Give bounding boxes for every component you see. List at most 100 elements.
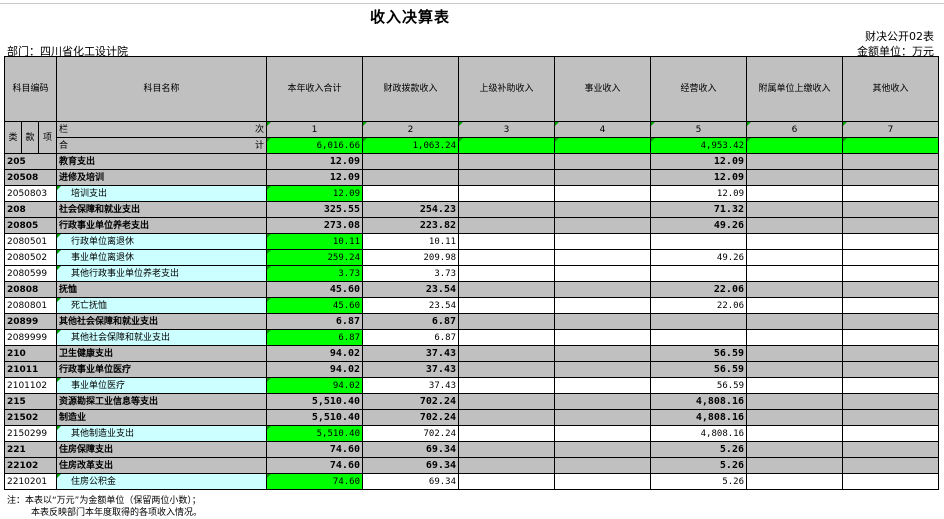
value-cell-col-1: 74.60 <box>266 457 363 474</box>
total-col-6 <box>746 137 843 154</box>
subject-code: 210 <box>4 345 57 362</box>
table-row: 20508 进修及培训 12.09 12.09 <box>4 169 939 186</box>
total-col-5: 4,953.42 <box>650 137 747 154</box>
value-cell-col-7 <box>842 377 939 394</box>
table-row: 2080801 死亡抚恤 45.60 23.54 22.06 <box>4 297 939 314</box>
value-cell-col-7 <box>842 217 939 234</box>
value-cell-col-7 <box>842 345 939 362</box>
value-cell-col-7 <box>842 297 939 314</box>
subject-code: 22102 <box>4 457 57 474</box>
value-cell-col-7 <box>842 409 939 426</box>
subject-code: 205 <box>4 153 57 170</box>
subject-code: 2080801 <box>4 297 57 314</box>
footnote-line-1: 注：本表以“万元”为金额单位（保留两位小数）； <box>7 496 201 506</box>
value-cell-col-2: 69.34 <box>362 441 459 458</box>
value-cell-col-6 <box>746 249 843 266</box>
value-cell-col-2: 69.34 <box>362 457 459 474</box>
value-cell-col-3 <box>458 281 555 298</box>
value-cell-col-3 <box>458 185 555 202</box>
value-cell-col-3 <box>458 409 555 426</box>
value-cell-col-4 <box>554 249 651 266</box>
footnote-line-2: 本表反映部门本年度取得的各项收入情况。 <box>31 508 203 518</box>
value-cell-col-5: 49.26 <box>650 217 747 234</box>
value-cell-col-7 <box>842 473 939 490</box>
value-cell-col-6 <box>746 425 843 442</box>
value-cell-col-2: 23.54 <box>362 297 459 314</box>
value-cell-col-1: 259.24 <box>266 249 363 266</box>
header-col-6: 附属单位上缴收入 <box>746 56 843 122</box>
value-cell-col-5: 56.59 <box>650 361 747 378</box>
subject-name: 死亡抚恤 <box>56 297 267 314</box>
value-cell-col-4 <box>554 281 651 298</box>
total-label: 合计 <box>56 137 267 154</box>
subject-code: 215 <box>4 393 57 410</box>
value-cell-col-1: 45.60 <box>266 297 363 314</box>
value-cell-col-7 <box>842 281 939 298</box>
value-cell-col-6 <box>746 233 843 250</box>
value-cell-col-7 <box>842 185 939 202</box>
total-ji: 计 <box>254 140 264 151</box>
value-cell-col-1: 325.55 <box>266 201 363 218</box>
table-row: 210 卫生健康支出 94.02 37.43 56.59 <box>4 345 939 362</box>
total-col-1: 6,016.66 <box>266 137 363 154</box>
value-cell-col-1: 94.02 <box>266 345 363 362</box>
table-row: 2080501 行政单位离退休 10.11 10.11 <box>4 233 939 250</box>
value-cell-col-4 <box>554 393 651 410</box>
total-col-4 <box>554 137 651 154</box>
page-title: 收入决算表 <box>369 8 450 26</box>
value-cell-col-5: 5.26 <box>650 441 747 458</box>
total-col-7 <box>842 137 939 154</box>
subject-name: 事业单位离退休 <box>56 249 267 266</box>
value-cell-col-4 <box>554 441 651 458</box>
value-cell-col-3 <box>458 217 555 234</box>
value-cell-col-2 <box>362 153 459 170</box>
value-cell-col-7 <box>842 233 939 250</box>
value-cell-col-5: 4,808.16 <box>650 425 747 442</box>
subject-code: 21011 <box>4 361 57 378</box>
value-cell-col-5: 22.06 <box>650 281 747 298</box>
value-cell-col-1: 12.09 <box>266 185 363 202</box>
value-cell-col-2: 10.11 <box>362 233 459 250</box>
value-cell-col-5: 5.26 <box>650 457 747 474</box>
value-cell-col-5: 49.26 <box>650 249 747 266</box>
value-cell-col-1: 6.87 <box>266 313 363 330</box>
value-cell-col-5 <box>650 265 747 282</box>
subject-code: 2050803 <box>4 185 57 202</box>
subject-name: 卫生健康支出 <box>56 345 267 362</box>
header-col-5: 经营收入 <box>650 56 747 122</box>
value-cell-col-2: 6.87 <box>362 313 459 330</box>
spreadsheet-top-strip <box>0 0 944 4</box>
value-cell-col-3 <box>458 361 555 378</box>
value-cell-col-2: 702.24 <box>362 409 459 426</box>
colnum-3: 3 <box>458 121 555 138</box>
value-cell-col-2: 37.43 <box>362 345 459 362</box>
subject-code: 20805 <box>4 217 57 234</box>
value-cell-col-7 <box>842 361 939 378</box>
value-cell-col-4 <box>554 153 651 170</box>
value-cell-col-4 <box>554 473 651 490</box>
value-cell-col-2: 37.43 <box>362 377 459 394</box>
table-row: 2080502 事业单位离退休 259.24 209.98 49.26 <box>4 249 939 266</box>
value-cell-col-6 <box>746 409 843 426</box>
value-cell-col-1: 5,510.40 <box>266 425 363 442</box>
value-cell-col-5: 12.09 <box>650 153 747 170</box>
value-cell-col-4 <box>554 217 651 234</box>
value-cell-col-1: 94.02 <box>266 377 363 394</box>
value-cell-col-5: 5.26 <box>650 473 747 490</box>
subject-code: 2150299 <box>4 425 57 442</box>
value-cell-col-2: 6.87 <box>362 329 459 346</box>
header-code: 科目编码 <box>4 56 57 122</box>
value-cell-col-7 <box>842 169 939 186</box>
value-cell-col-4 <box>554 313 651 330</box>
subject-name: 其他制造业支出 <box>56 425 267 442</box>
value-cell-col-3 <box>458 425 555 442</box>
header-xiang: 项 <box>38 121 57 154</box>
value-cell-col-3 <box>458 473 555 490</box>
subject-code: 208 <box>4 201 57 218</box>
value-cell-col-3 <box>458 265 555 282</box>
colnum-4: 4 <box>554 121 651 138</box>
value-cell-col-3 <box>458 297 555 314</box>
value-cell-col-6 <box>746 201 843 218</box>
value-cell-col-5: 22.06 <box>650 297 747 314</box>
table-code-note: 财决公开02表 <box>865 30 934 43</box>
